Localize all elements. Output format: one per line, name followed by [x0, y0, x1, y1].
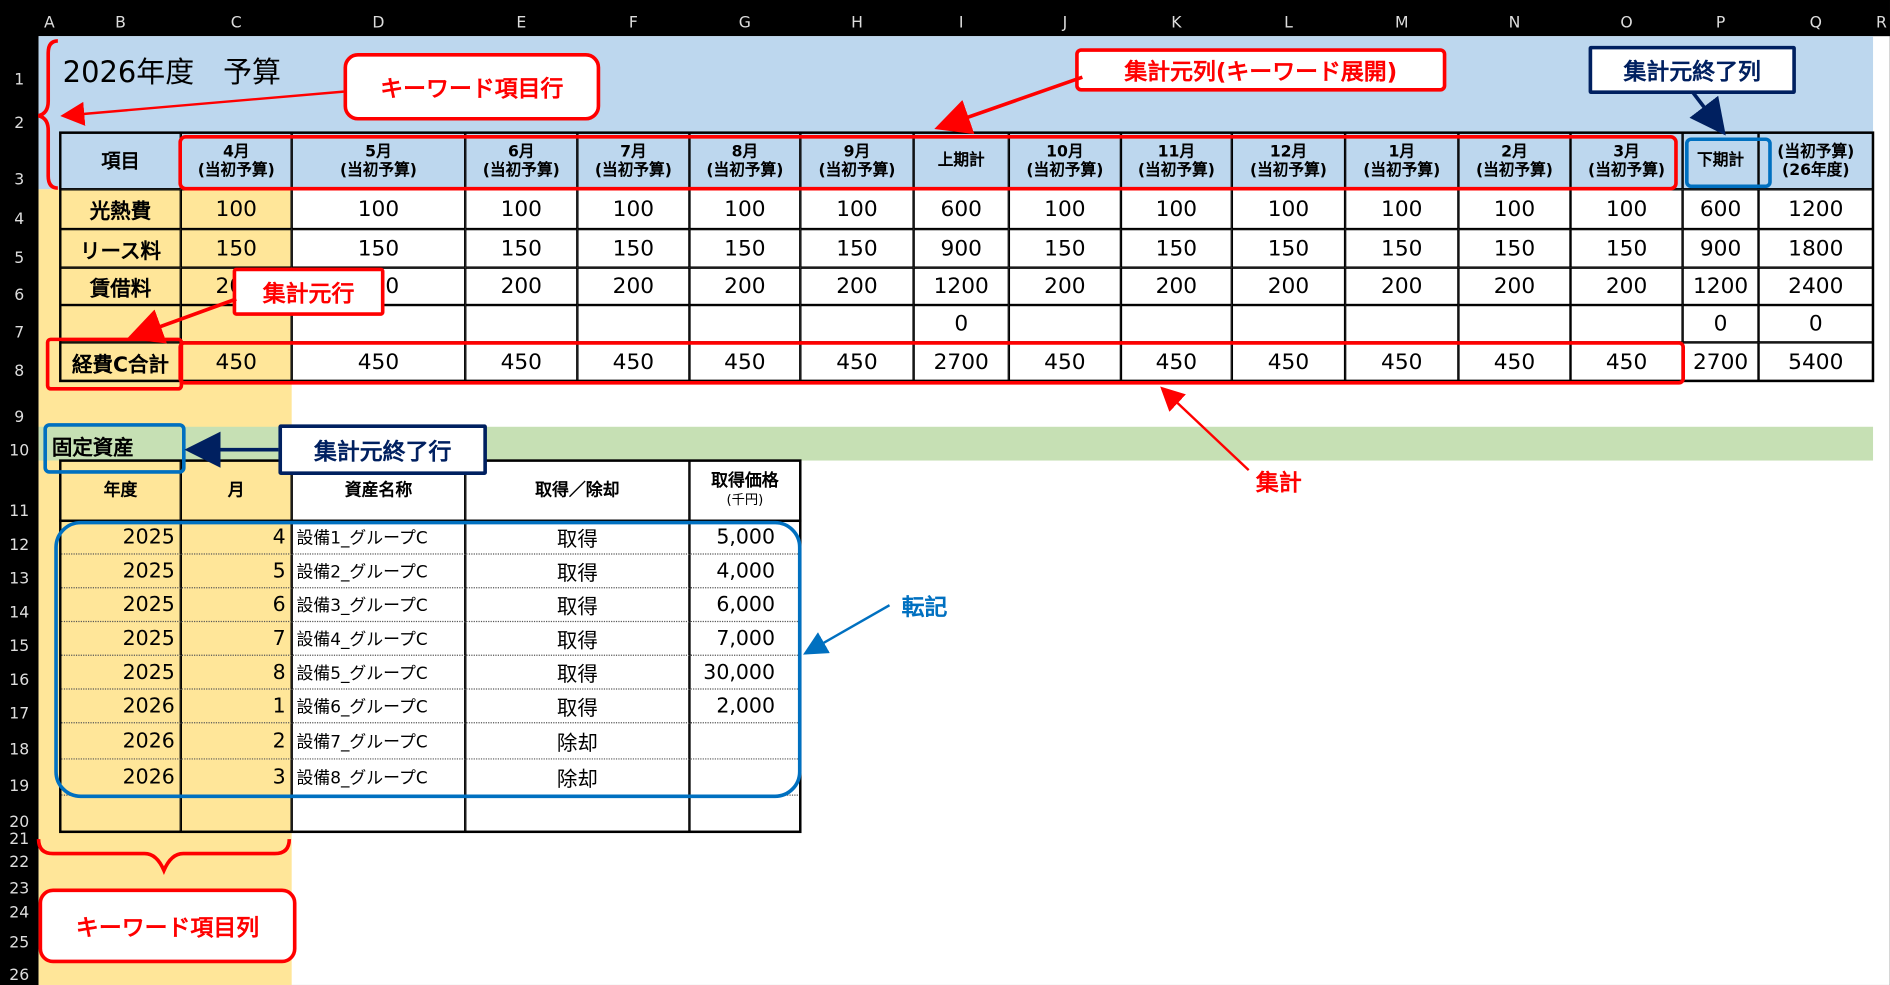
row-header-15[interactable]: 15	[0, 622, 39, 656]
column-header-j[interactable]: J	[1009, 12, 1121, 36]
row-header-13[interactable]: 13	[0, 555, 39, 588]
row-header-7[interactable]: 7	[0, 305, 39, 342]
callout-source-row[interactable]: 集計元行	[232, 267, 385, 316]
row-header-2[interactable]: 2	[0, 89, 39, 133]
row-header-9[interactable]: 9	[0, 381, 39, 427]
row-header-6[interactable]: 6	[0, 268, 39, 305]
callout-source-end-row[interactable]: 集計元終了行	[278, 424, 487, 476]
row-header-18[interactable]: 18	[0, 723, 39, 759]
highlight-total-row	[45, 337, 184, 391]
sheet-title[interactable]: 2026年度 予算	[63, 48, 281, 90]
highlight-aggregate	[178, 341, 1686, 385]
row-header-3[interactable]: 3	[0, 133, 39, 189]
row-header-26[interactable]: 26	[0, 952, 39, 985]
row-header-25[interactable]: 25	[0, 922, 39, 952]
column-header-l[interactable]: L	[1232, 12, 1345, 36]
highlight-transfer	[54, 520, 802, 799]
row-header-10[interactable]: 10	[0, 427, 39, 460]
column-header-p[interactable]: P	[1683, 12, 1759, 36]
highlight-end-row	[43, 423, 186, 474]
row-header-17[interactable]: 17	[0, 690, 39, 723]
column-header-e[interactable]: E	[465, 12, 577, 36]
row-header-4[interactable]: 4	[0, 189, 39, 229]
row-header-19[interactable]: 19	[0, 760, 39, 796]
row-header-5[interactable]: 5	[0, 229, 39, 268]
column-header-c[interactable]: C	[181, 12, 292, 36]
row-header-16[interactable]: 16	[0, 656, 39, 690]
callout-source-cols[interactable]: 集計元列(キーワード展開)	[1075, 48, 1447, 92]
callout-keyword-row[interactable]: キーワード項目行	[343, 53, 601, 121]
row-header-12[interactable]: 12	[0, 521, 39, 554]
row-header-22[interactable]: 22	[0, 849, 39, 872]
column-header-n[interactable]: N	[1458, 12, 1570, 36]
row-header-23[interactable]: 23	[0, 872, 39, 898]
row-header-8[interactable]: 8	[0, 342, 39, 381]
row-header-21[interactable]: 21	[0, 831, 39, 849]
column-header-f[interactable]: F	[577, 12, 689, 36]
row-header-14[interactable]: 14	[0, 588, 39, 622]
highlight-source-cols	[178, 135, 1678, 191]
label-transfer[interactable]: 転記	[902, 590, 948, 623]
row-header-11[interactable]: 11	[0, 461, 39, 521]
highlight-end-col	[1685, 137, 1772, 189]
spreadsheet: ABCDEFGHIJKLMNOPQR 1 2 3 4 5 6 7 8 9 10 11 12 13 14 15…	[0, 0, 1890, 985]
column-header-m[interactable]: M	[1345, 12, 1458, 36]
row-header-1[interactable]: 1	[0, 36, 39, 89]
column-header-k[interactable]: K	[1121, 12, 1232, 36]
callout-keyword-col[interactable]: キーワード項目列	[38, 888, 297, 964]
row-header-24[interactable]: 24	[0, 898, 39, 922]
column-header-a[interactable]: A	[39, 12, 61, 36]
column-header-b[interactable]: B	[60, 12, 181, 36]
column-header-o[interactable]: O	[1571, 12, 1683, 36]
callout-source-end-col[interactable]: 集計元終了列	[1588, 45, 1796, 95]
column-header-g[interactable]: G	[689, 12, 800, 36]
row-header-20[interactable]: 20	[0, 796, 39, 832]
column-header-d[interactable]: D	[292, 12, 466, 36]
column-header-q[interactable]: Q	[1759, 12, 1874, 36]
label-aggregate[interactable]: 集計	[1256, 465, 1302, 498]
column-header-h[interactable]: H	[800, 12, 913, 36]
column-header-r[interactable]: R	[1873, 12, 1890, 36]
column-header-i[interactable]: I	[914, 12, 1009, 36]
